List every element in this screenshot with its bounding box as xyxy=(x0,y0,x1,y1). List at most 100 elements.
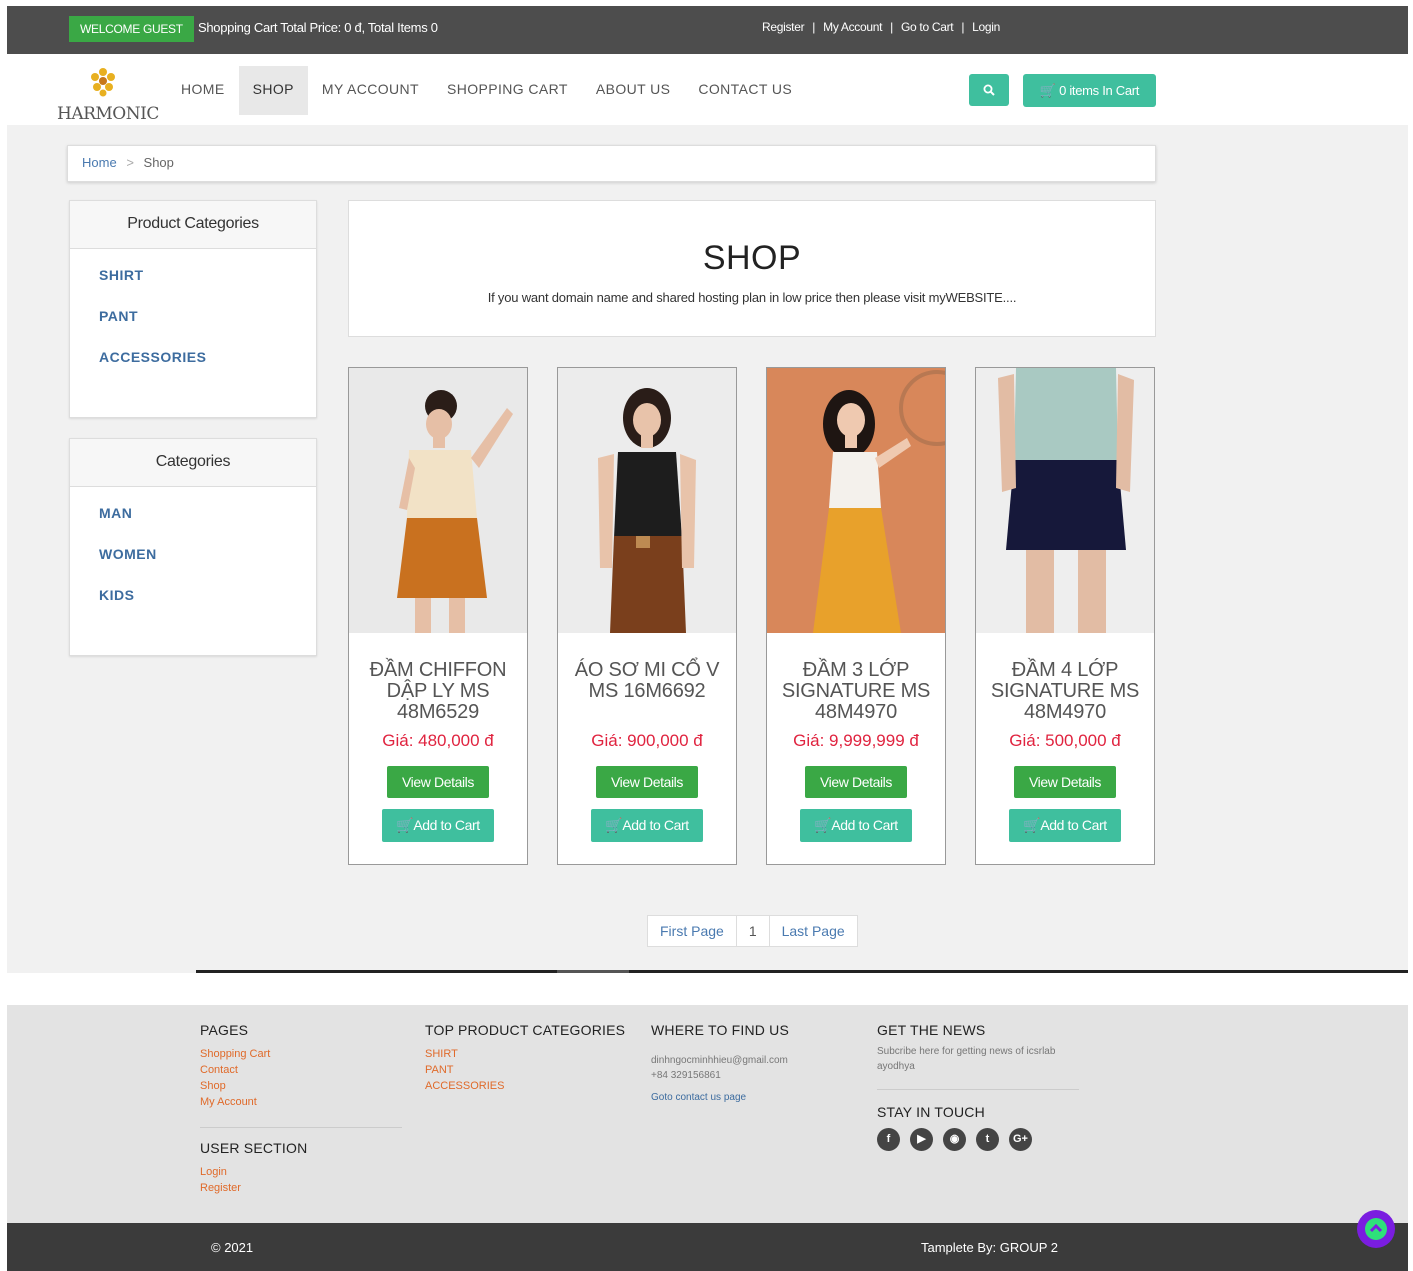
breadcrumb-current: Shop xyxy=(143,155,174,170)
nav-contact-us[interactable]: CONTACT US xyxy=(684,66,806,115)
page-number[interactable]: 1 xyxy=(737,916,770,946)
footer-link-contact[interactable]: Contact xyxy=(200,1062,402,1078)
facebook-icon[interactable]: f xyxy=(877,1128,900,1151)
footer-heading: PAGES xyxy=(200,1022,249,1038)
panel-title: Product Categories xyxy=(70,201,316,249)
news-text: Subcribe here for getting news of icsrla… xyxy=(877,1046,1056,1072)
youtube-icon[interactable]: ▶ xyxy=(910,1128,933,1151)
instagram-icon[interactable]: ◉ xyxy=(943,1128,966,1151)
category-man[interactable]: MAN xyxy=(99,505,316,546)
view-details-button[interactable]: View Details xyxy=(1014,766,1116,798)
cart-button[interactable]: 🛒 0 items In Cart xyxy=(1023,74,1156,107)
category-pant[interactable]: PANT xyxy=(99,308,316,349)
footer-link-accessories[interactable]: ACCESSORIES xyxy=(425,1078,635,1094)
google-plus-icon[interactable]: G+ xyxy=(1009,1128,1032,1151)
footer-link-login[interactable]: Login xyxy=(200,1164,402,1180)
product-categories-panel: Product Categories SHIRT PANT ACCESSORIE… xyxy=(69,200,317,418)
back-to-top-button[interactable] xyxy=(1357,1210,1395,1248)
footer-link-shopping-cart[interactable]: Shopping Cart xyxy=(200,1046,402,1062)
welcome-badge: WELCOME GUEST xyxy=(69,16,194,42)
flower-logo-icon xyxy=(91,68,115,97)
footer-separator xyxy=(877,1089,1079,1090)
footer-news: GET THE NEWS Subcribe here for getting n… xyxy=(877,1022,1080,1151)
view-details-button[interactable]: View Details xyxy=(805,766,907,798)
divider-highlight xyxy=(557,970,629,973)
footer: PAGES Shopping Cart Contact Shop My Acco… xyxy=(7,1005,1408,1223)
category-kids[interactable]: KIDS xyxy=(99,587,316,628)
footer-heading: TOP PRODUCT CATEGORIES xyxy=(425,1022,626,1038)
footer-heading: GET THE NEWS xyxy=(877,1022,986,1038)
cart-summary: Shopping Cart Total Price: 0 đ, Total It… xyxy=(198,20,438,35)
nav-about-us[interactable]: ABOUT US xyxy=(582,66,685,115)
breadcrumb: Home > Shop xyxy=(67,145,1156,182)
footer-link-shop[interactable]: Shop xyxy=(200,1078,402,1094)
twitter-icon[interactable]: t xyxy=(976,1128,999,1151)
category-women[interactable]: WOMEN xyxy=(99,546,316,587)
contact-phone: +84 329156861 xyxy=(651,1070,721,1081)
footer-heading: STAY IN TOUCH xyxy=(877,1104,985,1120)
product-card: ĐẦM CHIFFON DẬP LY MS 48M6529 Giá: 480,0… xyxy=(348,367,528,865)
footer-link-shirt[interactable]: SHIRT xyxy=(425,1046,635,1062)
footer-divider xyxy=(7,970,1408,973)
main-nav: HOME SHOP MY ACCOUNT SHOPPING CART ABOUT… xyxy=(167,66,806,115)
footer-top-categories: TOP PRODUCT CATEGORIES SHIRT PANT ACCESS… xyxy=(425,1022,635,1094)
product-image[interactable] xyxy=(349,368,527,633)
view-details-button[interactable]: View Details xyxy=(596,766,698,798)
chevron-up-icon xyxy=(1365,1218,1387,1240)
go-to-cart-link[interactable]: Go to Cart xyxy=(901,20,954,34)
first-page-link[interactable]: First Page xyxy=(648,916,737,946)
product-card: ĐẦM 4 LỚP SIGNATURE MS 48M4970 Giá: 500,… xyxy=(975,367,1155,865)
search-icon xyxy=(983,84,995,96)
search-button[interactable] xyxy=(969,74,1009,106)
add-to-cart-button[interactable]: 🛒Add to Cart xyxy=(382,809,494,842)
categories-panel: Categories MAN WOMEN KIDS xyxy=(69,438,317,656)
category-list: MAN WOMEN KIDS xyxy=(70,487,316,628)
pagination: First Page 1 Last Page xyxy=(647,915,858,947)
product-name: ĐẦM CHIFFON DẬP LY MS 48M6529 xyxy=(369,659,507,723)
product-image[interactable] xyxy=(767,368,945,633)
contact-page-link[interactable]: Goto contact us page xyxy=(651,1092,851,1103)
product-category-list: SHIRT PANT ACCESSORIES xyxy=(70,249,316,390)
nav-home[interactable]: HOME xyxy=(167,66,239,115)
product-image[interactable] xyxy=(976,368,1154,633)
footer-heading: WHERE TO FIND US xyxy=(651,1022,790,1038)
shop-subtitle: If you want domain name and shared hosti… xyxy=(487,290,1017,305)
social-icons: f ▶ ◉ t G+ xyxy=(877,1128,1080,1151)
nav-my-account[interactable]: MY ACCOUNT xyxy=(308,66,433,115)
logo[interactable]: HARMONIC xyxy=(57,66,159,124)
footer-link-pant[interactable]: PANT xyxy=(425,1062,635,1078)
footer-heading: USER SECTION xyxy=(200,1140,308,1156)
breadcrumb-home[interactable]: Home xyxy=(82,155,117,170)
category-accessories[interactable]: ACCESSORIES xyxy=(99,349,316,390)
product-image[interactable] xyxy=(558,368,736,633)
cart-icon: 🛒 xyxy=(605,817,623,833)
last-page-link[interactable]: Last Page xyxy=(770,916,857,946)
nav-shop[interactable]: SHOP xyxy=(238,66,308,115)
top-bar: WELCOME GUEST Shopping Cart Total Price:… xyxy=(7,6,1408,54)
view-details-button[interactable]: View Details xyxy=(387,766,489,798)
category-shirt[interactable]: SHIRT xyxy=(99,267,316,308)
login-link[interactable]: Login xyxy=(972,20,1000,34)
contact-email: dinhngocminhhieu@gmail.com xyxy=(651,1055,788,1066)
add-to-cart-label: Add to Cart xyxy=(831,817,898,833)
product-name: ÁO SƠ MI CỔ V MS 16M6692 xyxy=(574,659,720,702)
footer-find-us: WHERE TO FIND US dinhngocminhhieu@gmail.… xyxy=(651,1022,851,1103)
add-to-cart-button[interactable]: 🛒Add to Cart xyxy=(800,809,912,842)
my-account-link[interactable]: My Account xyxy=(823,20,882,34)
register-link[interactable]: Register xyxy=(762,20,805,34)
footer-link-my-account[interactable]: My Account xyxy=(200,1094,402,1110)
add-to-cart-label: Add to Cart xyxy=(413,817,480,833)
separator: | xyxy=(890,20,893,34)
product-price: Giá: 480,000 đ xyxy=(382,731,494,750)
nav-shopping-cart[interactable]: SHOPPING CART xyxy=(433,66,582,115)
product-name: ĐẦM 3 LỚP SIGNATURE MS 48M4970 xyxy=(781,659,931,723)
footer-link-register[interactable]: Register xyxy=(200,1180,402,1196)
add-to-cart-button[interactable]: 🛒Add to Cart xyxy=(1009,809,1121,842)
add-to-cart-label: Add to Cart xyxy=(1040,817,1107,833)
add-to-cart-button[interactable]: 🛒Add to Cart xyxy=(591,809,703,842)
top-links: Register | My Account | Go to Cart | Log… xyxy=(762,20,1000,34)
footer-pages: PAGES Shopping Cart Contact Shop My Acco… xyxy=(200,1022,402,1196)
copyright: © 2021 xyxy=(211,1240,254,1255)
cart-icon: 🛒 xyxy=(814,817,832,833)
logo-text: HARMONIC xyxy=(57,104,159,124)
